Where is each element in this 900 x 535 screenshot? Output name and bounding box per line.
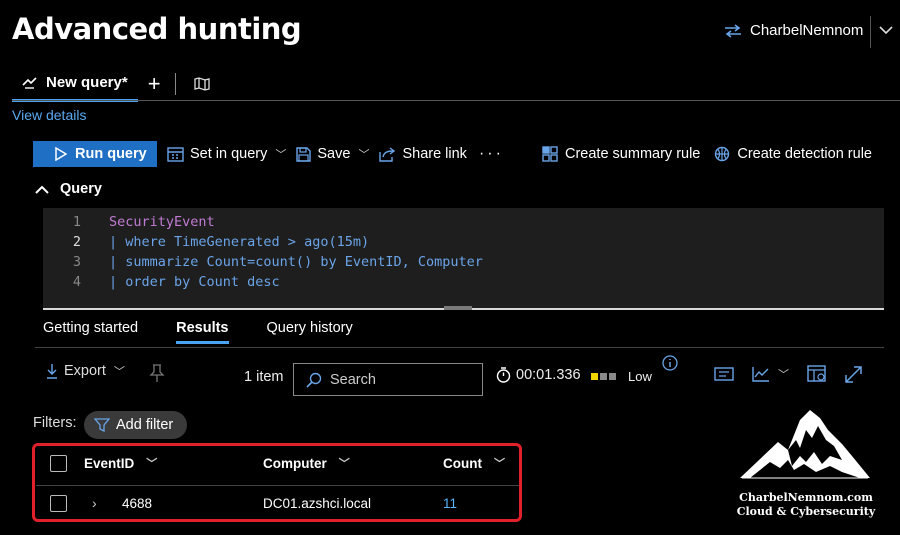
- usage-block: [609, 373, 616, 380]
- share-link-button[interactable]: Share link: [379, 146, 467, 162]
- elapsed-value: 00:01.336: [516, 367, 581, 383]
- pin-icon[interactable]: [148, 363, 166, 383]
- line-number: 3: [72, 254, 81, 270]
- export-label: Export: [64, 363, 106, 379]
- tab-divider: [174, 72, 176, 95]
- info-icon[interactable]: [662, 355, 678, 371]
- plus-icon[interactable]: +: [148, 72, 161, 95]
- add-filter-button[interactable]: Add filter: [84, 411, 188, 439]
- chevron-down-icon[interactable]: [878, 24, 894, 36]
- expand-icon[interactable]: [845, 365, 862, 383]
- view-options: ﹀: [714, 365, 862, 383]
- run-query-button[interactable]: Run query: [33, 141, 157, 167]
- calendar-icon: [167, 147, 184, 162]
- create-detection-rule-button[interactable]: Create detection rule: [714, 146, 872, 162]
- code-text: | order by Count desc: [109, 274, 280, 290]
- line-number: 2: [72, 234, 81, 250]
- query-icon: [22, 76, 37, 89]
- add-filter-label: Add filter: [116, 417, 174, 433]
- query-tabs: New query* +: [12, 70, 210, 102]
- tabs-divider: [12, 100, 900, 101]
- create-summary-rule-label: Create summary rule: [565, 146, 701, 162]
- code-block: 1 SecurityEvent 2 | where TimeGenerated > …: [43, 212, 483, 292]
- set-in-query-button[interactable]: Set in query ﹀: [167, 146, 286, 162]
- result-tabs: Getting started Results Query history: [43, 320, 353, 344]
- save-icon: [296, 146, 312, 162]
- code-line: 1 SecurityEvent: [43, 212, 483, 232]
- code-text: | where TimeGenerated > ago(15m): [109, 234, 370, 250]
- code-text: SecurityEvent: [109, 214, 215, 230]
- chart-icon: [752, 367, 769, 382]
- create-summary-rule-button[interactable]: Create summary rule: [542, 146, 700, 162]
- chart-options-button[interactable]: ﹀: [752, 366, 789, 382]
- line-number: 4: [72, 274, 81, 290]
- query-editor[interactable]: 1 SecurityEvent 2 | where TimeGenerated > …: [43, 208, 884, 308]
- set-in-query-label: Set in query: [190, 146, 268, 162]
- code-line: 3 | summarize Count=count() by EventID, C…: [43, 252, 483, 272]
- elapsed-time: 00:01.336: [496, 367, 581, 383]
- table-view-icon[interactable]: [714, 367, 734, 381]
- usage-block: [600, 373, 607, 380]
- chevron-down-icon: ﹀: [113, 366, 125, 378]
- more-options-button[interactable]: ···: [479, 145, 504, 163]
- save-button[interactable]: Save ﹀: [296, 146, 369, 162]
- switch-tenant-icon: [725, 23, 741, 38]
- timer-icon: [496, 367, 511, 383]
- code-text: | summarize Count=count() by EventID, Co…: [109, 254, 483, 270]
- filter-icon: [94, 418, 110, 432]
- share-link-label: Share link: [402, 146, 467, 162]
- code-line: 4 | order by Count desc: [43, 272, 483, 292]
- query-header-label: Query: [60, 181, 102, 197]
- chevron-down-icon[interactable]: ﹀: [358, 146, 369, 162]
- splitter-handle[interactable]: [444, 306, 472, 310]
- tab-results[interactable]: Results: [176, 320, 229, 344]
- tab-query-history[interactable]: Query history: [267, 320, 353, 336]
- watermark-line1: CharbelNemnom.com: [739, 491, 873, 504]
- export-button[interactable]: Export ﹀: [46, 363, 125, 379]
- columns-icon[interactable]: [807, 365, 827, 383]
- save-label: Save: [317, 146, 351, 162]
- highlight-annotation: [32, 443, 522, 522]
- result-count: 1 item: [244, 369, 284, 385]
- line-number: 1: [72, 214, 81, 230]
- summary-rule-icon: [542, 146, 558, 162]
- resource-usage-meter: [591, 373, 616, 380]
- download-icon: [47, 364, 57, 379]
- user-name: CharbelNemnom: [750, 22, 864, 39]
- page-title: Advanced hunting: [12, 12, 302, 46]
- resource-usage-level: Low: [628, 369, 652, 384]
- query-toolbar: Run query Set in query ﹀ Save ﹀ Share li…: [33, 141, 504, 167]
- tenant-switcher[interactable]: CharbelNemnom: [724, 22, 863, 39]
- search-icon: [306, 372, 322, 388]
- chevron-down-icon: ﹀: [275, 149, 287, 161]
- watermark-text: CharbelNemnom.com Cloud & Cybersecurity: [736, 491, 876, 519]
- filters-label: Filters:: [33, 415, 77, 431]
- create-detection-rule-label: Create detection rule: [737, 146, 872, 162]
- header-divider: [870, 16, 871, 48]
- share-icon: [379, 146, 396, 162]
- search-placeholder: Search: [330, 371, 376, 388]
- query-section-toggle[interactable]: Query: [34, 181, 102, 197]
- run-query-label: Run query: [75, 146, 147, 162]
- rule-actions: Create summary rule Create detection rul…: [542, 141, 872, 167]
- result-tabs-divider: [35, 347, 884, 348]
- usage-block: [591, 373, 598, 380]
- chevron-up-icon: [35, 185, 49, 194]
- tab-new-query[interactable]: New query*: [12, 70, 138, 102]
- results-toolbar: Export ﹀ 1 item Search 00:01.336 Low ﹀: [46, 355, 886, 396]
- tab-label: New query*: [46, 74, 128, 91]
- code-line: 2 | where TimeGenerated > ago(15m): [43, 232, 483, 252]
- watermark-line2: Cloud & Cybersecurity: [736, 505, 876, 518]
- play-icon: [55, 147, 67, 161]
- view-details-link[interactable]: View details: [12, 107, 86, 123]
- tab-getting-started[interactable]: Getting started: [43, 320, 138, 336]
- map-icon[interactable]: [193, 76, 210, 91]
- search-input[interactable]: Search: [293, 363, 483, 396]
- detection-rule-icon: [715, 146, 730, 162]
- chevron-down-icon: ﹀: [778, 369, 789, 381]
